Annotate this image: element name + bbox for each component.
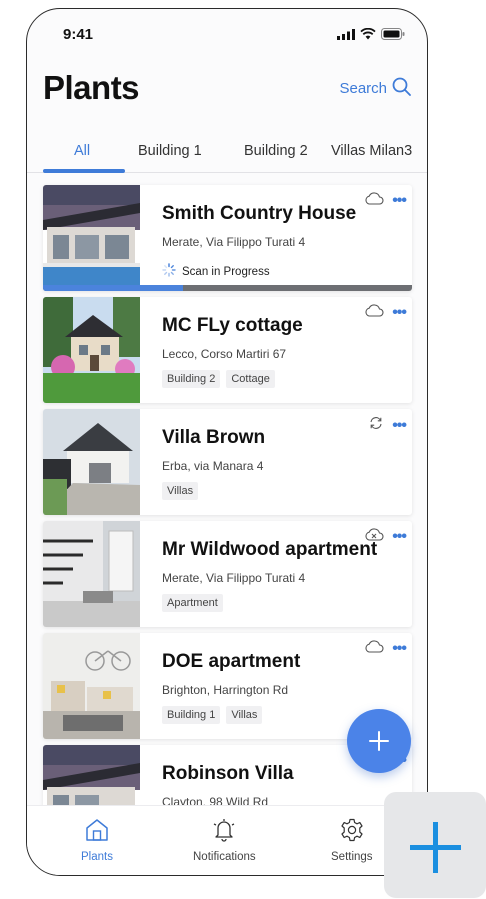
plant-address: Erba, via Manara 4 — [162, 459, 264, 473]
plant-tag: Cottage — [226, 370, 275, 388]
scan-progress-fill — [43, 285, 184, 291]
scan-status: Scan in Progress — [162, 263, 270, 280]
more-options-icon[interactable]: ••• — [392, 529, 407, 545]
plant-tags: Building 2 Cottage — [162, 370, 275, 388]
plant-tag: Building 1 — [162, 706, 221, 724]
plant-thumbnail — [43, 185, 140, 291]
bottom-navigation: Plants Notifications Settings — [27, 805, 427, 875]
plant-name: DOE apartment — [162, 651, 301, 672]
plant-card[interactable]: Mr Wildwood apartment Merate, Via Filipp… — [43, 521, 412, 627]
plant-card[interactable]: Villa Brown Erba, via Manara 4 Villas ••… — [43, 409, 412, 515]
signal-icon — [337, 27, 355, 45]
plant-thumbnail — [43, 409, 140, 515]
tab-villas-milan3[interactable]: Villas Milan3 — [331, 143, 412, 159]
add-plant-button[interactable] — [347, 709, 411, 773]
plant-thumbnail — [43, 633, 140, 739]
card-actions: ••• — [364, 192, 407, 210]
plant-tag: Building 2 — [162, 370, 221, 388]
cloud-off-icon — [364, 528, 384, 546]
cloud-icon — [364, 304, 384, 322]
nav-notifications[interactable]: Notifications — [193, 818, 256, 863]
nav-settings[interactable]: Settings — [331, 818, 373, 863]
plant-address: Merate, Via Filippo Turati 4 — [162, 235, 306, 249]
card-actions: ••• — [364, 304, 407, 322]
nav-notifications-label: Notifications — [193, 851, 256, 863]
tab-building-2[interactable]: Building 2 — [244, 143, 308, 159]
plant-card[interactable]: MC FLy cottage Lecco, Corso Martiri 67 B… — [43, 297, 412, 403]
plant-name: Mr Wildwood apartment — [162, 539, 378, 560]
status-time: 9:41 — [63, 26, 94, 43]
plant-address: Brighton, Harrington Rd — [162, 683, 289, 697]
scan-progress-bar — [43, 285, 412, 291]
more-options-icon[interactable]: ••• — [392, 193, 407, 209]
plant-tags: Apartment — [162, 594, 223, 612]
nav-settings-label: Settings — [331, 851, 373, 863]
plant-thumbnail — [43, 297, 140, 403]
plant-name: Robinson Villa — [162, 763, 294, 784]
filter-tabs: All Building 1 Building 2 Villas Milan3 — [27, 133, 427, 173]
plant-thumbnail — [43, 745, 140, 805]
scan-status-label: Scan in Progress — [182, 265, 270, 278]
plant-tag: Villas — [162, 482, 199, 500]
plant-address: Lecco, Corso Martiri 67 — [162, 347, 287, 361]
spinner-icon — [162, 263, 176, 280]
wifi-icon — [360, 27, 376, 45]
search-button[interactable]: Search — [339, 77, 411, 100]
tab-all[interactable]: All — [74, 143, 90, 159]
gear-icon — [339, 818, 365, 845]
plant-tags: Villas — [162, 482, 199, 500]
card-actions: ••• — [364, 640, 407, 658]
plant-address: Clayton, 98 Wild Rd — [162, 795, 269, 805]
add-button-large[interactable] — [384, 792, 486, 898]
plant-tag: Villas — [226, 706, 263, 724]
more-options-icon[interactable]: ••• — [392, 417, 407, 433]
tab-building-1[interactable]: Building 1 — [138, 143, 202, 159]
plant-thumbnail — [43, 521, 140, 627]
card-actions: ••• — [364, 528, 407, 546]
page-title: Plants — [43, 69, 140, 106]
nav-plants-label: Plants — [81, 851, 113, 863]
sync-icon — [368, 416, 384, 435]
cloud-icon — [364, 192, 384, 210]
nav-plants[interactable]: Plants — [81, 818, 113, 863]
phone-frame: 9:41 Plants Search All Building 1 Buildi… — [26, 8, 428, 876]
plant-tag: Apartment — [162, 594, 223, 612]
plant-card[interactable]: Smith Country House Merate, Via Filippo … — [43, 185, 412, 291]
status-icons — [337, 27, 405, 45]
plant-name: Smith Country House — [162, 203, 357, 224]
search-label: Search — [339, 80, 387, 97]
battery-icon — [381, 27, 405, 45]
cloud-icon — [364, 640, 384, 658]
plant-address: Merate, Via Filippo Turati 4 — [162, 571, 306, 585]
more-options-icon[interactable]: ••• — [392, 305, 407, 321]
plant-name: MC FLy cottage — [162, 315, 303, 336]
plant-name: Villa Brown — [162, 427, 266, 448]
plant-tags: Building 1 Villas — [162, 706, 263, 724]
home-icon — [84, 818, 110, 845]
card-actions: ••• — [368, 416, 407, 435]
search-icon — [392, 77, 411, 100]
status-bar: 9:41 — [27, 9, 427, 61]
more-options-icon[interactable]: ••• — [392, 641, 407, 657]
bell-icon — [211, 818, 237, 845]
